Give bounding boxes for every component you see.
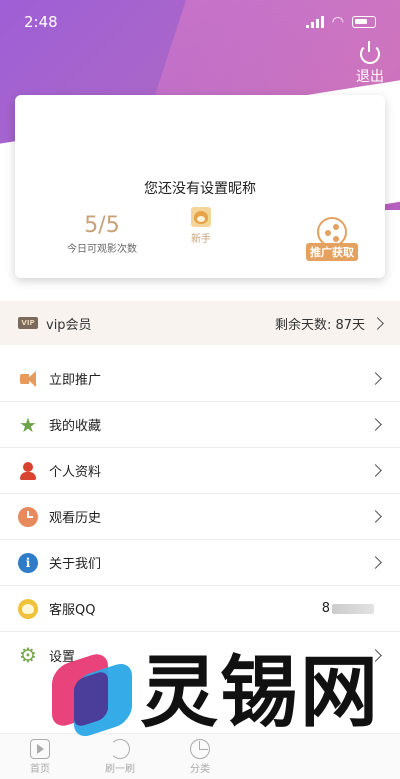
views-count: 5/5 (84, 213, 120, 238)
tab-label: 首页 (30, 764, 50, 775)
person-icon (18, 461, 38, 481)
star-icon: ★ (19, 412, 37, 437)
tab-label: 分类 (190, 764, 210, 775)
profile-card: 您还没有设置昵称 5/5 今日可观影次数 新手 推广获取 (15, 95, 385, 278)
headset-icon (18, 598, 38, 619)
power-icon (360, 41, 380, 64)
bottom-tab-bar: 首页 刷一刷 分类 (0, 733, 400, 779)
dog-icon (191, 207, 211, 227)
menu-item-settings[interactable]: ⚙ 设置 (0, 632, 400, 678)
status-bar: 2:48 ◠ (0, 0, 400, 44)
chevron-right-icon (369, 372, 382, 385)
battery-icon (352, 16, 376, 28)
chevron-right-icon (369, 464, 382, 477)
menu-item-history[interactable]: 观看历史 (0, 494, 400, 540)
menu-item-label: 我的收藏 (49, 419, 102, 434)
support-qq-prefix: 8 (321, 601, 330, 616)
vip-row[interactable]: VIP vip会员 剩余天数: 87天 (0, 301, 400, 345)
menu-item-label: 个人资料 (49, 465, 102, 480)
menu-item-label: 设置 (49, 649, 76, 665)
gear-icon: ⚙ (19, 643, 37, 667)
chevron-right-icon (371, 316, 384, 330)
views-stat: 5/5 今日可观影次数 (47, 213, 157, 255)
wifi-icon: ◠ (331, 14, 344, 30)
vip-label: vip会员 (46, 317, 92, 333)
play-icon (30, 739, 50, 759)
support-qq-number: 8 (322, 601, 374, 616)
level-label: 新手 (191, 234, 211, 245)
chevron-right-icon (369, 418, 382, 431)
vip-remaining-days: 剩余天数: 87天 (274, 317, 365, 333)
pie-icon (190, 739, 210, 759)
refresh-icon (110, 739, 130, 759)
tab-category[interactable]: 分类 (160, 734, 240, 779)
menu-item-about[interactable]: i 关于我们 (0, 540, 400, 586)
chevron-right-icon (369, 556, 382, 569)
menu-item-promote[interactable]: 立即推广 (0, 356, 400, 402)
info-icon: i (18, 552, 38, 573)
tab-refresh[interactable]: 刷一刷 (80, 734, 160, 779)
clock-icon (18, 506, 38, 527)
menu-list: 立即推广 ★ 我的收藏 个人资料 观看历史 i 关于我们 客服QQ 8 ⚙ 设置 (0, 356, 400, 678)
nickname[interactable]: 您还没有设置昵称 (15, 178, 385, 198)
chevron-right-icon (369, 648, 382, 662)
blurred-number (332, 603, 374, 614)
menu-item-profile[interactable]: 个人资料 (0, 448, 400, 494)
status-icons: ◠ (305, 14, 376, 30)
megaphone-icon (18, 369, 38, 389)
menu-item-label: 立即推广 (49, 373, 102, 388)
menu-item-favorites[interactable]: ★ 我的收藏 (0, 402, 400, 448)
tab-label: 刷一刷 (105, 764, 135, 775)
logout-label: 退出 (356, 69, 384, 85)
tab-home[interactable]: 首页 (0, 734, 80, 779)
menu-item-label: 观看历史 (49, 511, 102, 526)
vip-icon: VIP (18, 317, 38, 329)
logout-button[interactable]: 退出 (354, 41, 386, 86)
signal-icon (305, 16, 324, 28)
menu-item-label: 客服QQ (49, 603, 96, 618)
promo-get-label: 推广获取 (306, 243, 358, 261)
menu-item-support-qq[interactable]: 客服QQ 8 (0, 586, 400, 632)
views-label: 今日可观影次数 (67, 244, 137, 255)
level-badge: 新手 (185, 207, 217, 245)
menu-item-label: 关于我们 (49, 557, 102, 572)
promo-get-button[interactable]: 推广获取 (305, 217, 359, 267)
chevron-right-icon (369, 510, 382, 523)
status-time: 2:48 (24, 13, 58, 31)
